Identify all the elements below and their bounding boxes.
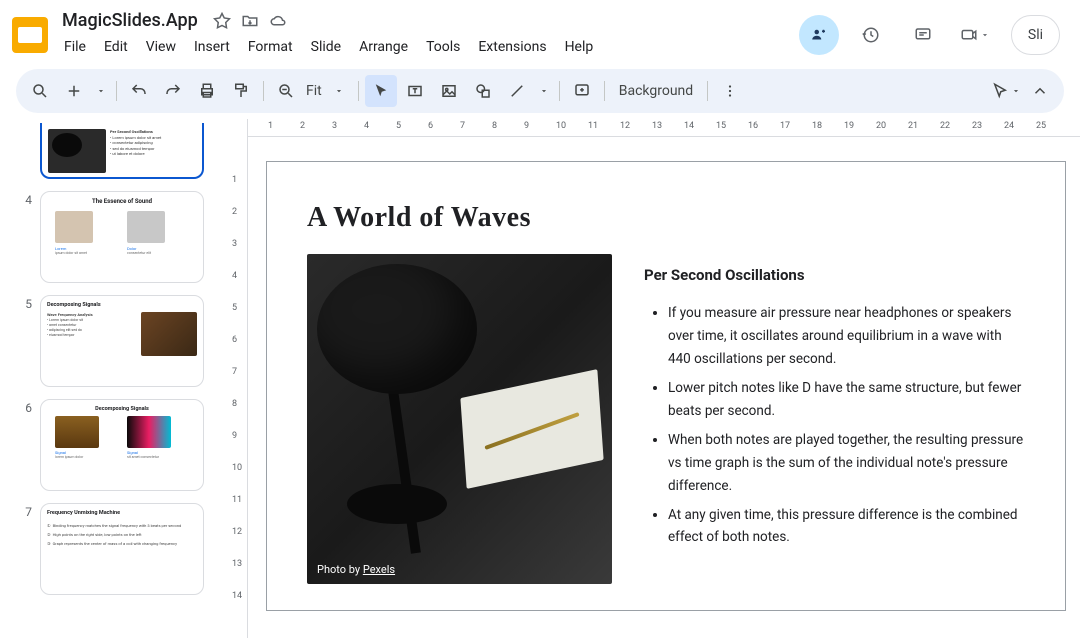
workspace: Per Second Oscillations• Lorem ipsum dol… [0, 119, 1080, 638]
slide-thumbnail[interactable]: The Essence of Sound Loremipsum dolor si… [40, 191, 204, 283]
separator [559, 81, 560, 101]
caption-prefix: Photo by [317, 563, 363, 576]
select-tool-icon[interactable] [365, 75, 397, 107]
line-icon[interactable] [501, 75, 533, 107]
doc-title-row: MagicSlides.App [56, 8, 791, 33]
caption-link[interactable]: Pexels [363, 563, 395, 576]
separator [263, 81, 264, 101]
thumb-number: 5 [20, 295, 32, 387]
history-icon[interactable] [851, 15, 891, 55]
thumb-title: The Essence of Sound [47, 198, 197, 205]
menu-slide[interactable]: Slide [303, 35, 349, 59]
hide-menus-icon[interactable] [1024, 75, 1056, 107]
slide-thumbnail[interactable]: Decomposing Signals Signallorem ipsum do… [40, 399, 204, 491]
thumb-title: Decomposing Signals [47, 302, 197, 308]
thumb-row: Per Second Oscillations• Lorem ipsum dol… [20, 123, 210, 179]
thumb-title: Decomposing Signals [47, 406, 197, 412]
slide-canvas[interactable]: A World of Waves Photo by Pexels Per Sec… [266, 161, 1066, 611]
image-icon[interactable] [433, 75, 465, 107]
titlebar: MagicSlides.App File Edit View Insert Fo… [0, 0, 1080, 61]
thumb-row: 5 Decomposing Signals Wave Frequency Ana… [20, 295, 210, 387]
share-label: Sli [1028, 27, 1043, 43]
present-icon[interactable] [955, 15, 995, 55]
right-actions: Sli [799, 15, 1068, 55]
menu-help[interactable]: Help [557, 35, 602, 59]
slide-text-block[interactable]: Per Second Oscillations If you measure a… [644, 254, 1025, 584]
mic-head-shape [317, 264, 477, 394]
star-icon[interactable] [212, 11, 232, 31]
paint-format-icon[interactable] [225, 75, 257, 107]
title-column: MagicSlides.App File Edit View Insert Fo… [56, 8, 791, 61]
bullet-item: When both notes are played together, the… [668, 429, 1025, 498]
thumb-row: 6 Decomposing Signals Signallorem ipsum … [20, 399, 210, 491]
app-root: MagicSlides.App File Edit View Insert Fo… [0, 0, 1080, 638]
toolbar: Fit Background [16, 69, 1064, 113]
image-caption: Photo by Pexels [317, 563, 395, 576]
menu-edit[interactable]: Edit [96, 35, 136, 59]
menu-tools[interactable]: Tools [418, 35, 468, 59]
slide-thumbnail[interactable]: Frequency Unmixing Machine ① Binding fre… [40, 503, 204, 595]
menu-arrange[interactable]: Arrange [351, 35, 416, 59]
zoom-icon[interactable] [270, 75, 302, 107]
new-slide-dropdown-icon[interactable] [92, 75, 110, 107]
slide-thumbnail[interactable]: Per Second Oscillations• Lorem ipsum dol… [40, 123, 204, 179]
menu-view[interactable]: View [138, 35, 184, 59]
ruler-horizontal: 1234567891011121314151617181920212223242… [248, 119, 1080, 137]
canvas-area[interactable]: 1234567891011121314 12345678910111213141… [218, 119, 1080, 638]
thumbnail-panel[interactable]: Per Second Oscillations• Lorem ipsum dol… [0, 119, 218, 638]
separator [707, 81, 708, 101]
bullet-item: At any given time, this pressure differe… [668, 504, 1025, 550]
move-to-folder-icon[interactable] [240, 11, 260, 31]
mode-pointer-icon[interactable] [990, 75, 1022, 107]
line-dropdown-icon[interactable] [535, 75, 553, 107]
bullet-item: If you measure air pressure near headpho… [668, 302, 1025, 371]
bullet-item: Lower pitch notes like D have the same s… [668, 377, 1025, 423]
undo-icon[interactable] [123, 75, 155, 107]
textbox-icon[interactable] [399, 75, 431, 107]
thumb-number: 6 [20, 399, 32, 491]
bullet-list: If you measure air pressure near headpho… [644, 302, 1025, 549]
separator [358, 81, 359, 101]
redo-icon[interactable] [157, 75, 189, 107]
meet-icon[interactable] [799, 15, 839, 55]
thumb-number: 7 [20, 503, 32, 595]
comments-icon[interactable] [903, 15, 943, 55]
thumb-row: 4 The Essence of Sound Loremipsum dolor … [20, 191, 210, 283]
share-button[interactable]: Sli [1011, 15, 1060, 55]
cloud-status-icon[interactable] [268, 11, 288, 31]
shape-icon[interactable] [467, 75, 499, 107]
doc-title[interactable]: MagicSlides.App [56, 8, 204, 33]
zoom-value: Fit [306, 83, 322, 99]
thumb-title: Frequency Unmixing Machine [47, 510, 197, 516]
search-menus-icon[interactable] [24, 75, 56, 107]
menu-file[interactable]: File [56, 35, 94, 59]
ruler-vertical: 1234567891011121314 [230, 119, 248, 638]
menu-insert[interactable]: Insert [186, 35, 238, 59]
background-button[interactable]: Background [611, 75, 701, 107]
slides-logo[interactable] [12, 17, 48, 53]
new-slide-icon[interactable] [58, 75, 90, 107]
slide-thumbnail[interactable]: Decomposing Signals Wave Frequency Analy… [40, 295, 204, 387]
menubar: File Edit View Insert Format Slide Arran… [56, 33, 791, 61]
menu-format[interactable]: Format [240, 35, 301, 59]
slide-title[interactable]: A World of Waves [267, 162, 1065, 246]
mic-base-shape [347, 484, 447, 524]
thumb-number: 4 [20, 191, 32, 283]
separator [116, 81, 117, 101]
slide-body: Photo by Pexels Per Second Oscillations … [267, 246, 1065, 604]
more-tools-icon[interactable] [714, 75, 746, 107]
comment-add-icon[interactable] [566, 75, 598, 107]
print-icon[interactable] [191, 75, 223, 107]
menu-extensions[interactable]: Extensions [470, 35, 554, 59]
zoom-select[interactable]: Fit [304, 83, 352, 99]
thumb-number [20, 123, 32, 179]
thumb-row: 7 Frequency Unmixing Machine ① Binding f… [20, 503, 210, 595]
separator [604, 81, 605, 101]
slide-subhead: Per Second Oscillations [644, 266, 1025, 284]
slide-image[interactable]: Photo by Pexels [307, 254, 612, 584]
